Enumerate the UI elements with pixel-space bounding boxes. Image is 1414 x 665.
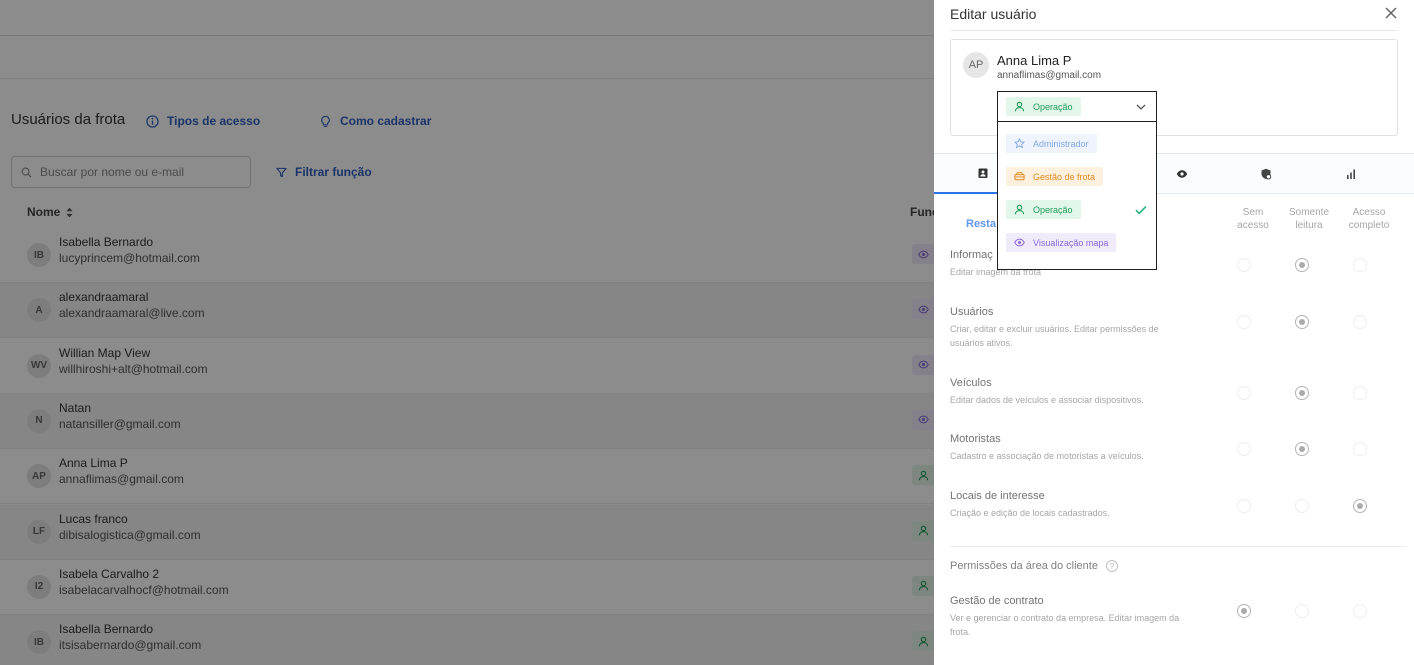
user-card-icon	[978, 168, 988, 178]
full-access-header: Acesso completo	[1348, 207, 1390, 231]
person-icon	[1014, 204, 1025, 215]
role-option-label: Visualização mapa	[1033, 237, 1109, 248]
eye-icon	[1176, 170, 1188, 178]
edit-user-panel: Editar usuário AP Anna Lima P annaflimas…	[934, 0, 1414, 665]
help-icon[interactable]: ?	[1105, 560, 1118, 572]
chevron-down-icon	[1136, 104, 1146, 110]
check-icon	[1135, 205, 1147, 215]
no-access-header: Sem acesso	[1237, 207, 1269, 231]
role-dropdown-menu: Administrador Gestão de frota Operação Visu…	[997, 122, 1157, 270]
section-divider	[950, 546, 1406, 547]
role-option-label: Administrador	[1033, 138, 1089, 149]
permission-row: Gestão de contrato Ver e gerenciar o cont…	[950, 595, 1400, 639]
permission-title: Gestão de contrato	[950, 595, 1044, 607]
permission-title: Motoristas	[950, 433, 1001, 445]
full-access-radio[interactable]	[1353, 258, 1367, 272]
permission-description: Criação e edição de locais cadastrados.	[950, 508, 1110, 518]
permission-title: Usuários	[950, 306, 994, 318]
close-icon[interactable]	[1384, 6, 1398, 20]
no-access-radio[interactable]	[1237, 604, 1251, 618]
role-option[interactable]: Gestão de frota	[998, 162, 1156, 192]
bar-chart-icon	[1347, 169, 1355, 179]
read-only-radio[interactable]	[1295, 315, 1309, 329]
panel-divider	[950, 30, 1398, 31]
permission-title: Veículos	[950, 377, 992, 389]
full-access-radio[interactable]	[1353, 499, 1367, 513]
role-badge: Visualização mapa	[1006, 233, 1117, 252]
role-badge: Operação	[1006, 200, 1081, 219]
client-area-permissions-title: Permissões da área do cliente ?	[950, 560, 1118, 572]
no-access-radio[interactable]	[1237, 386, 1251, 400]
full-access-radio[interactable]	[1353, 442, 1367, 456]
role-badge: Gestão de frota	[1006, 167, 1104, 186]
permission-description: Cadastro e associação de motoristas a ve…	[950, 451, 1144, 461]
full-access-radio[interactable]	[1353, 315, 1367, 329]
tab-shield[interactable]	[1217, 154, 1315, 194]
shield-icon	[1261, 168, 1272, 180]
read-only-header: Somente leitura	[1288, 207, 1330, 231]
read-only-radio[interactable]	[1295, 442, 1309, 456]
no-access-radio[interactable]	[1237, 258, 1251, 272]
read-only-radio[interactable]	[1295, 499, 1309, 513]
user-name: Anna Lima P	[997, 53, 1072, 68]
tab-reports[interactable]	[1302, 154, 1400, 194]
panel-title: Editar usuário	[950, 6, 1037, 22]
permission-description: Criar, editar e excluir usuários. Editar…	[950, 324, 1159, 348]
read-only-radio[interactable]	[1295, 258, 1309, 272]
role-option[interactable]: Administrador	[998, 129, 1156, 159]
avatar: AP	[963, 52, 989, 78]
user-email: annaflimas@gmail.com	[997, 70, 1102, 81]
client-area-permissions-label: Permissões da área do cliente	[950, 560, 1098, 572]
role-option-label: Operação	[1033, 204, 1073, 215]
role-option[interactable]: Visualização mapa	[998, 228, 1156, 258]
full-access-radio[interactable]	[1353, 386, 1367, 400]
permission-row: Veículos Editar dados de veículos e assoc…	[950, 377, 1400, 407]
selected-role-label: Operação	[1033, 101, 1073, 112]
restore-link[interactable]: Resta	[966, 218, 996, 230]
car-icon	[1014, 172, 1025, 181]
selected-role-badge: Operação	[1006, 97, 1081, 116]
role-select[interactable]: Operação	[997, 91, 1157, 122]
permission-description: Editar dados de veículos e associar disp…	[950, 395, 1144, 405]
read-only-radio[interactable]	[1295, 386, 1309, 400]
permission-row: Locais de interesse Criação e edição de l…	[950, 490, 1400, 520]
modal-backdrop[interactable]	[0, 0, 934, 665]
no-access-radio[interactable]	[1237, 315, 1251, 329]
permission-row: Motoristas Cadastro e associação de motor…	[950, 433, 1400, 463]
person-icon	[1014, 101, 1025, 112]
permission-description: Ver e gerenciar o contrato da empresa. E…	[950, 613, 1180, 637]
role-option-label: Gestão de frota	[1033, 171, 1096, 182]
permission-title: Locais de interesse	[950, 490, 1045, 502]
eye-icon	[1014, 238, 1025, 247]
role-badge: Administrador	[1006, 134, 1097, 153]
full-access-radio[interactable]	[1353, 604, 1367, 618]
permission-row: Usuários Criar, editar e excluir usuários…	[950, 306, 1400, 350]
no-access-radio[interactable]	[1237, 499, 1251, 513]
role-option[interactable]: Operação	[998, 195, 1156, 225]
no-access-radio[interactable]	[1237, 442, 1251, 456]
read-only-radio[interactable]	[1295, 604, 1309, 618]
star-icon	[1014, 138, 1025, 149]
